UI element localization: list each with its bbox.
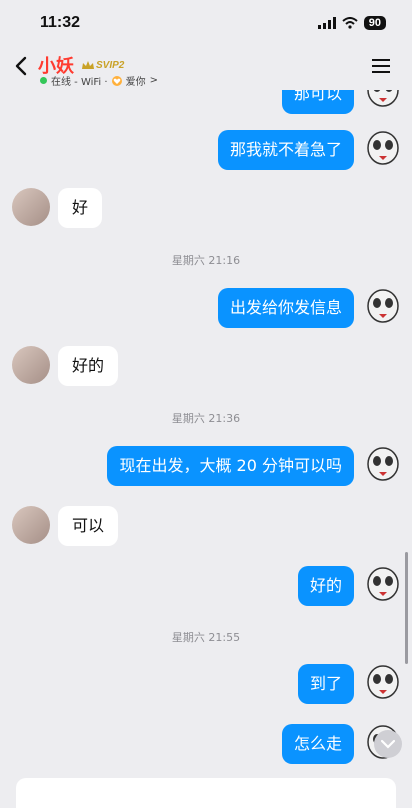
my-avatar[interactable] (366, 566, 400, 604)
chat-area[interactable]: 那可以 那我就不着急了 好 星期六 21:16 出发给你发信息 好的 星期六 2… (0, 72, 412, 772)
my-avatar[interactable] (366, 664, 400, 702)
message-bubble-received[interactable]: 好的 (58, 346, 119, 386)
signal-icon (317, 17, 336, 29)
timestamp: 星期六 21:36 (171, 412, 241, 425)
my-avatar[interactable] (366, 288, 400, 326)
scroll-down-icon[interactable] (374, 730, 402, 758)
status-bar: 11:32 90 (0, 0, 412, 46)
contact-avatar[interactable] (12, 346, 50, 384)
message-bubble-received[interactable]: 可以 (58, 506, 119, 546)
message-bubble-sent[interactable]: 那我就不着急了 (217, 130, 354, 170)
heart-icon (111, 75, 122, 86)
chat-header: 小妖 SVIP2 在线 - WiFi · 爱你 > (0, 46, 412, 90)
status-time: 11:32 (40, 14, 81, 31)
online-dot-icon (40, 77, 47, 84)
scrollbar[interactable] (405, 552, 408, 664)
message-bubble-sent[interactable]: 到了 (297, 664, 354, 704)
my-avatar[interactable] (366, 130, 400, 168)
timestamp: 星期六 21:16 (171, 254, 241, 267)
vip-badge: SVIP2 (82, 60, 124, 71)
chevron-right-icon: > (149, 75, 158, 86)
timestamp: 星期六 21:55 (171, 631, 241, 644)
relation-text: 爱你 (125, 77, 146, 88)
message-bubble-sent[interactable]: 出发给你发信息 (217, 288, 354, 328)
vip-label: SVIP2 (96, 59, 125, 71)
contact-avatar[interactable] (12, 506, 50, 544)
message-bubble-sent[interactable]: 怎么走 (281, 724, 354, 764)
wifi-icon (342, 17, 358, 29)
status-icons: 90 (317, 16, 386, 30)
chevron-down-icon (381, 739, 395, 749)
menu-icon[interactable] (372, 58, 390, 74)
back-arrow-icon[interactable] (10, 54, 34, 78)
message-bubble-received[interactable]: 好 (58, 188, 103, 228)
my-avatar[interactable] (366, 446, 400, 484)
presence-text: 在线 - WiFi · (51, 77, 108, 88)
message-bubble-sent[interactable]: 好的 (297, 566, 354, 606)
contact-avatar[interactable] (12, 188, 50, 226)
message-bubble-sent[interactable]: 现在出发，大概 20 分钟可以吗 (107, 446, 354, 486)
presence-row[interactable]: 在线 - WiFi · 爱你 > (40, 73, 158, 88)
crown-icon (82, 60, 94, 69)
battery-icon: 90 (363, 16, 386, 30)
message-input-bar[interactable] (16, 778, 396, 808)
